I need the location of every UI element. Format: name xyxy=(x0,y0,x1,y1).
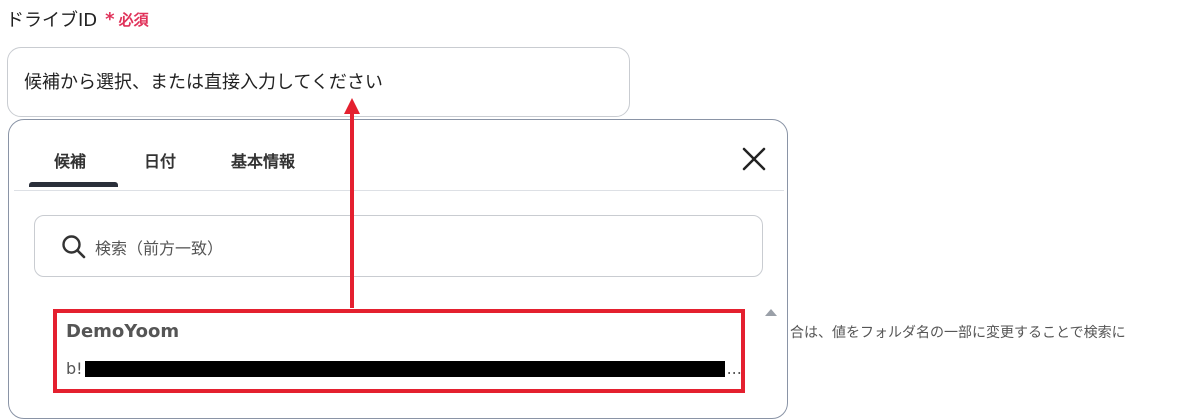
search-placeholder: 検索（前方一致） xyxy=(95,239,224,258)
drive-id-input-placeholder: 候補から選択、または直接入力してください xyxy=(24,72,383,93)
field-label-text: ドライブID xyxy=(6,10,98,31)
close-icon[interactable] xyxy=(741,146,767,172)
result-id-suffix: ... xyxy=(726,359,742,378)
tab-basic-info[interactable]: 基本情報 xyxy=(231,148,295,172)
scroll-up-arrow-icon[interactable] xyxy=(765,309,777,316)
required-badge: 必須 xyxy=(118,10,149,29)
required-star: * xyxy=(105,8,115,30)
suggestion-dropdown: 候補 日付 基本情報 検索（前方一致） DemoYoom b! ... xyxy=(8,119,788,419)
result-id-prefix: b! xyxy=(66,359,83,378)
result-id: b! ... xyxy=(66,359,742,378)
background-help-text: 合は、値をフォルダ名の一部に変更することで検索に xyxy=(790,325,1126,341)
redaction-bar xyxy=(84,360,725,377)
drive-id-input[interactable]: 候補から選択、または直接入力してください xyxy=(7,47,630,117)
search-input[interactable]: 検索（前方一致） xyxy=(34,215,763,277)
search-icon xyxy=(62,235,86,259)
tab-date[interactable]: 日付 xyxy=(144,148,176,172)
list-item[interactable]: DemoYoom b! ... xyxy=(53,309,745,393)
field-label: ドライブID * 必須 xyxy=(6,6,149,32)
tab-suggestions[interactable]: 候補 xyxy=(54,148,86,172)
tab-bar: 候補 日付 基本情報 xyxy=(14,120,784,191)
result-title: DemoYoom xyxy=(66,321,180,342)
active-tab-indicator xyxy=(29,182,118,187)
